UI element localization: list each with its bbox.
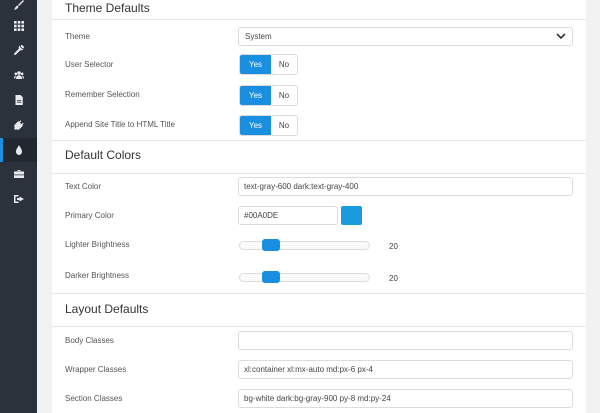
text-color-label: Text Color xyxy=(65,182,102,191)
lighter-brightness-value: 20 xyxy=(389,242,398,251)
user-selector-yes-button[interactable]: Yes xyxy=(240,55,271,74)
sidebar-item-users[interactable] xyxy=(0,63,37,87)
sidebar-item-droplet[interactable] xyxy=(0,138,37,162)
sidebar-item-wrench[interactable] xyxy=(0,38,37,62)
theme-label: Theme xyxy=(65,32,90,41)
user-selector-label: User Selector xyxy=(65,60,114,69)
remember-selection-toggle: Yes No xyxy=(239,85,298,106)
layout-defaults-title: Layout Defaults xyxy=(65,302,149,316)
body-classes-input[interactable] xyxy=(238,331,573,350)
users-icon xyxy=(13,71,24,79)
chevron-down-icon xyxy=(556,33,566,40)
plug-icon xyxy=(13,120,24,130)
theme-defaults-title: Theme Defaults xyxy=(65,1,150,15)
primary-color-label: Primary Color xyxy=(65,211,114,220)
document-icon xyxy=(15,95,23,105)
sidebar xyxy=(0,0,37,413)
sidebar-item-briefcase[interactable] xyxy=(0,162,37,186)
user-selector-toggle: Yes No xyxy=(239,54,298,75)
section-classes-input[interactable]: bg-white dark:bg-gray-900 py-8 md:py-24 xyxy=(238,389,573,408)
sidebar-item-document[interactable] xyxy=(0,88,37,112)
darker-brightness-value: 20 xyxy=(389,274,398,283)
text-color-input[interactable]: text-gray-600 dark:text-gray-400 xyxy=(238,177,573,196)
briefcase-icon xyxy=(13,170,24,178)
droplet-icon xyxy=(15,145,22,155)
sign-out-icon xyxy=(13,195,24,203)
theme-select-value: System xyxy=(245,32,272,41)
body-classes-label: Body Classes xyxy=(65,336,114,345)
default-colors-title: Default Colors xyxy=(65,148,142,162)
wrapper-classes-input[interactable]: xl:container xl:mx-auto md:px-6 px-4 xyxy=(238,360,573,379)
lighter-brightness-label: Lighter Brightness xyxy=(65,240,130,249)
wrapper-classes-label: Wrapper Classes xyxy=(65,365,127,374)
sidebar-item-sign-out[interactable] xyxy=(0,187,37,211)
section-classes-label: Section Classes xyxy=(65,394,123,403)
theme-defaults-header: Theme Defaults xyxy=(52,0,586,20)
wrench-icon xyxy=(13,45,24,55)
layout-defaults-header: Layout Defaults xyxy=(52,294,586,327)
remember-selection-no-button[interactable]: No xyxy=(271,86,297,105)
primary-color-input[interactable]: #00A0DE xyxy=(238,206,338,225)
remember-selection-label: Remember Selection xyxy=(65,90,140,99)
append-title-label: Append Site Title to HTML Title xyxy=(65,120,175,129)
user-selector-no-button[interactable]: No xyxy=(271,55,297,74)
darker-brightness-label: Darker Brightness xyxy=(65,271,130,280)
primary-color-swatch[interactable] xyxy=(341,206,362,225)
darker-brightness-slider[interactable] xyxy=(239,273,370,282)
darker-brightness-handle[interactable] xyxy=(261,271,280,283)
paintbrush-icon xyxy=(13,0,24,10)
append-title-yes-button[interactable]: Yes xyxy=(240,116,271,135)
theme-select[interactable]: System xyxy=(238,27,573,46)
sidebar-item-plug[interactable] xyxy=(0,113,37,137)
lighter-brightness-slider[interactable] xyxy=(239,241,370,250)
append-title-no-button[interactable]: No xyxy=(271,116,297,135)
remember-selection-yes-button[interactable]: Yes xyxy=(240,86,271,105)
grid-icon xyxy=(13,21,24,31)
lighter-brightness-handle[interactable] xyxy=(261,239,280,251)
sidebar-item-grid[interactable] xyxy=(0,14,37,38)
append-title-toggle: Yes No xyxy=(239,115,298,136)
default-colors-header: Default Colors xyxy=(52,141,586,174)
